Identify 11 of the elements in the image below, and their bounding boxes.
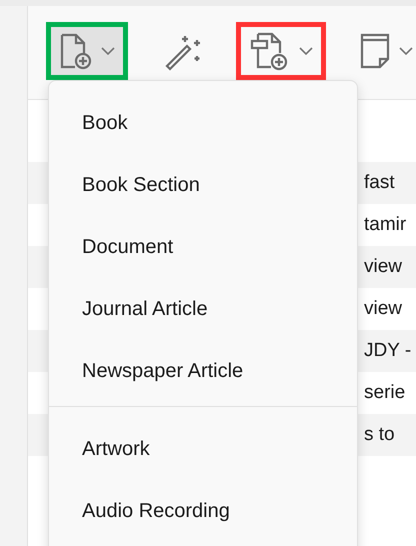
menu-item[interactable]: Book Section — [49, 154, 357, 216]
note-icon — [359, 32, 391, 70]
menu-item[interactable]: Book — [49, 92, 357, 154]
new-document-icon — [59, 32, 93, 70]
menu-item[interactable]: Document — [49, 216, 357, 278]
menu-item[interactable]: Journal Article — [49, 278, 357, 340]
menu-item[interactable]: Newspaper Article — [49, 340, 357, 402]
menu-item[interactable]: Audio Recording — [49, 480, 357, 542]
toolbar-button[interactable] — [236, 22, 326, 80]
toolbar-button[interactable] — [46, 22, 128, 80]
menu-item[interactable]: Artwork — [49, 418, 357, 480]
